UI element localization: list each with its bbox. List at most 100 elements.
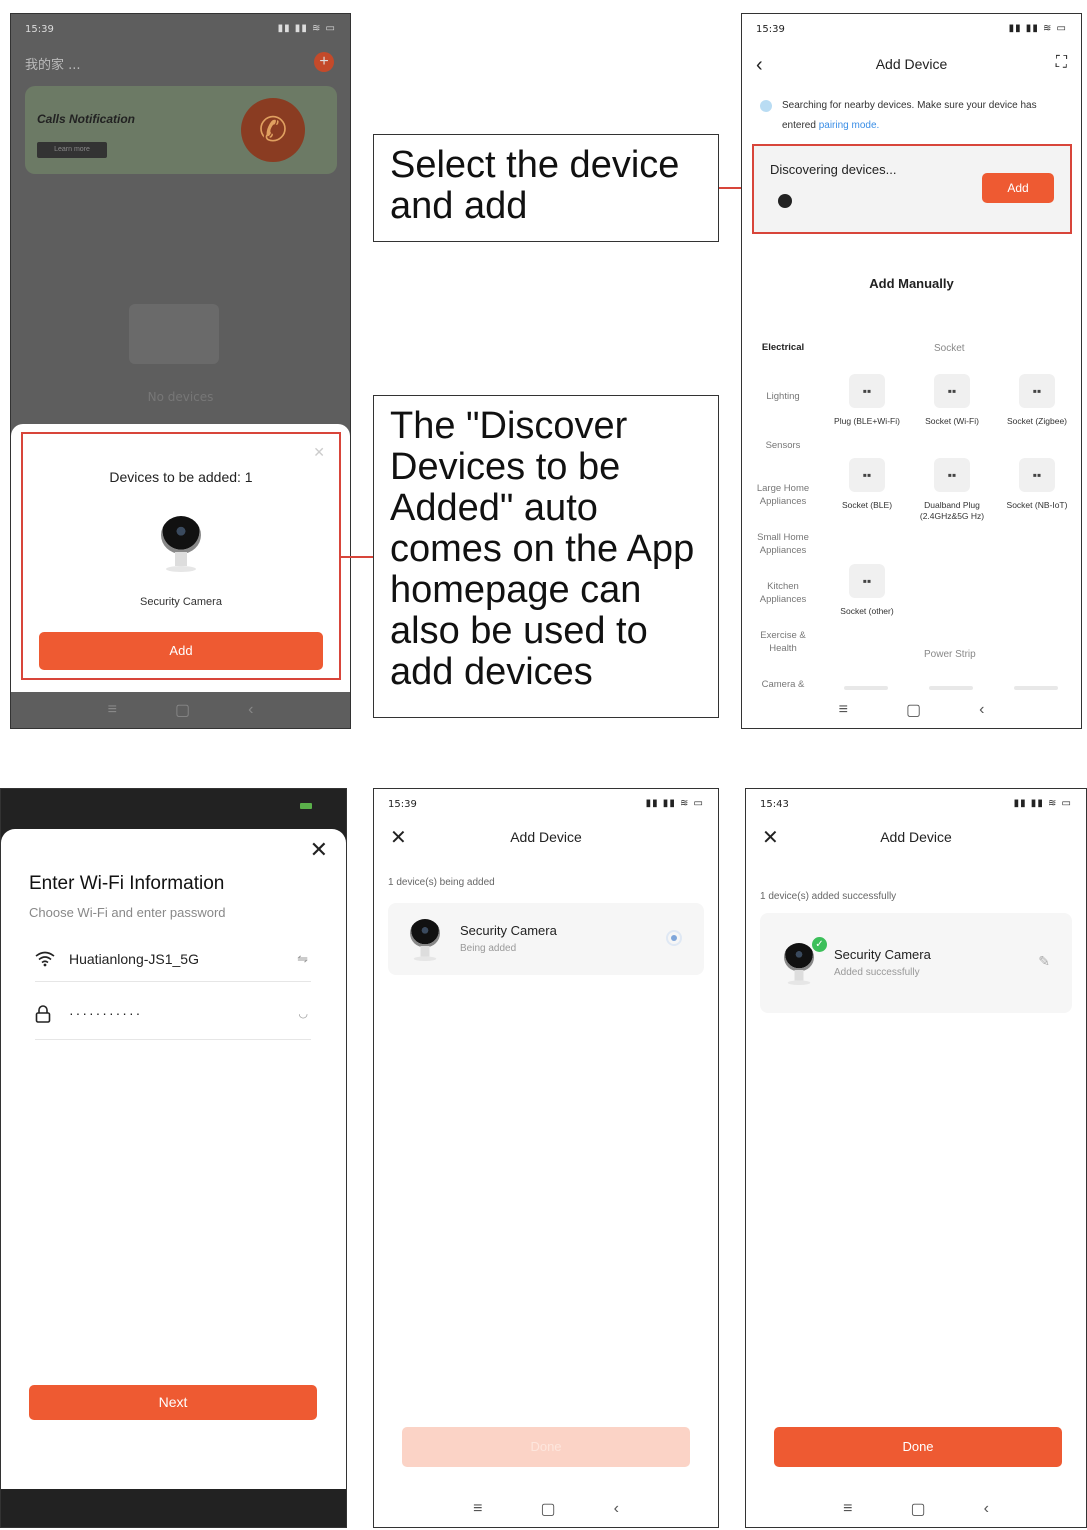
category-sensors[interactable]: Sensors (746, 439, 820, 452)
phone-home-screen: 15:39 ▮▮ ▮▮ ≋ ▭ 我的家 ... + Calls Notifica… (10, 13, 351, 729)
socket-icon[interactable]: ▪▪ (1019, 458, 1055, 492)
divider (35, 981, 311, 982)
discovering-devices-box: Discovering devices... Add (752, 144, 1072, 234)
next-button[interactable]: Next (29, 1385, 317, 1420)
security-camera-icon (161, 516, 201, 576)
status-icons: ▮▮ ▮▮ ≋ ▭ (645, 798, 704, 809)
device-card: ✓ Security Camera Added successfully ✎ (760, 913, 1072, 1013)
page-title: Add Device (510, 829, 582, 845)
phone-wifi-info: ✕ Enter Wi-Fi Information Choose Wi-Fi a… (0, 788, 347, 1528)
socket-icon[interactable]: ▪▪ (849, 564, 885, 598)
done-button[interactable]: Done (774, 1427, 1062, 1467)
plug-icon[interactable]: ▪▪ (934, 458, 970, 492)
page-title: Add Device (875, 56, 948, 72)
password-field[interactable]: ··········· (69, 1005, 142, 1021)
wifi-subtitle: Choose Wi-Fi and enter password (29, 905, 226, 920)
system-navbar: ≡ ▢ ‹ (746, 1491, 1086, 1527)
lock-icon (35, 1005, 51, 1028)
calls-notification-banner[interactable]: Calls Notification Learn more ✆ (25, 86, 337, 174)
tile-label: Plug (BLE+Wi-Fi) (834, 416, 900, 426)
device-name: Security Camera (460, 923, 557, 938)
menu-icon[interactable]: ≡ (843, 1500, 852, 1518)
phone-call-icon: ✆ (241, 98, 305, 162)
system-navbar: ≡ ▢ ‹ (742, 692, 1081, 728)
menu-icon[interactable]: ≡ (473, 1500, 482, 1518)
category-kitchen-appliances[interactable]: Kitchen Appliances (746, 580, 820, 606)
banner-learn-more-button[interactable]: Learn more (37, 142, 107, 158)
status-time: 15:39 (388, 799, 417, 810)
tile-placeholder (1014, 686, 1058, 690)
loading-spinner-icon (666, 930, 682, 946)
wifi-name-field[interactable]: Huatianlong-JS1_5G (69, 951, 199, 967)
search-hint: Searching for nearby devices. Make sure … (782, 96, 1067, 136)
status-icons: ▮▮ ▮▮ ≋ ▭ (277, 23, 336, 34)
check-icon: ✓ (812, 937, 827, 952)
home-title[interactable]: 我的家 ... (25, 54, 81, 73)
device-status: Being added (460, 943, 517, 954)
category-camera[interactable]: Camera & (746, 678, 820, 691)
count-text: 1 device(s) added successfully (760, 891, 897, 902)
status-time: 15:39 (756, 24, 785, 35)
home-icon[interactable]: ▢ (906, 700, 921, 720)
status-time: 15:43 (760, 799, 789, 810)
socket-icon[interactable]: ▪▪ (849, 458, 885, 492)
back-icon[interactable]: ‹ (614, 1500, 619, 1518)
security-camera-icon (410, 919, 440, 964)
plug-icon[interactable]: ▪▪ (849, 374, 885, 408)
connector-line (341, 556, 373, 558)
tile-label: Socket (NB-IoT) (1006, 500, 1068, 510)
category-lighting[interactable]: Lighting (746, 390, 820, 403)
scan-icon[interactable]: ⛶ (1056, 54, 1067, 72)
tile-placeholder (844, 686, 888, 690)
phone-device-added: 15:43 ▮▮ ▮▮ ≋ ▭ ✕ Add Device 1 device(s)… (745, 788, 1087, 1528)
category-small-home-appliances[interactable]: Small Home Appliances (746, 531, 820, 557)
menu-icon[interactable]: ≡ (839, 701, 848, 719)
back-icon[interactable]: ‹ (984, 1500, 989, 1518)
done-button-disabled: Done (402, 1427, 690, 1467)
tile-label: Socket (BLE) (841, 500, 893, 510)
count-text: 1 device(s) being added (388, 877, 495, 888)
socket-icon[interactable]: ▪▪ (1019, 374, 1055, 408)
home-icon[interactable]: ▢ (540, 1499, 555, 1519)
callout-discover: The "Discover Devices to be Added" auto … (373, 395, 719, 718)
battery-icon (300, 803, 312, 809)
add-button[interactable]: Add (982, 173, 1054, 203)
category-large-home-appliances[interactable]: Large Home Appliances (746, 482, 820, 508)
category-exercise-health[interactable]: Exercise & Health (746, 629, 820, 655)
phone-add-device-search: 15:39 ▮▮ ▮▮ ≋ ▭ ‹ Add Device ⛶ Searching… (741, 13, 1082, 729)
system-navbar: ≡ ▢ ‹ (374, 1491, 718, 1527)
wifi-icon (35, 951, 55, 972)
camera-dot-icon (778, 194, 792, 208)
pairing-mode-link[interactable]: pairing mode. (819, 120, 880, 131)
section-socket: Socket (934, 343, 965, 354)
tile-placeholder (929, 686, 973, 690)
switch-network-icon[interactable]: ⇋ (297, 951, 308, 967)
status-icons: ▮▮ ▮▮ ≋ ▭ (1008, 23, 1067, 34)
back-icon[interactable]: ‹ (979, 701, 984, 719)
back-icon[interactable]: ‹ (248, 701, 253, 719)
device-name: Security Camera (140, 596, 222, 608)
socket-icon[interactable]: ▪▪ (934, 374, 970, 408)
add-manually-title: Add Manually (869, 276, 954, 291)
menu-icon[interactable]: ≡ (108, 701, 117, 719)
home-icon[interactable]: ▢ (910, 1499, 925, 1519)
show-password-icon[interactable]: ◡ (298, 1007, 308, 1020)
add-icon[interactable]: + (314, 52, 334, 72)
category-electrical[interactable]: Electrical (746, 341, 820, 354)
device-name: Security Camera (834, 947, 931, 962)
tile-label: Socket (Wi-Fi) (925, 416, 979, 426)
section-power-strip: Power Strip (924, 649, 976, 660)
security-camera-icon (784, 943, 814, 988)
divider (35, 1039, 311, 1040)
close-icon[interactable]: ✕ (313, 444, 325, 461)
wifi-title: Enter Wi-Fi Information (29, 873, 225, 894)
status-icons: ▮▮ ▮▮ ≋ ▭ (1013, 798, 1072, 809)
close-icon[interactable]: ✕ (310, 837, 328, 863)
device-card: Security Camera Being added (388, 903, 704, 975)
searching-icon (760, 100, 772, 112)
home-icon[interactable]: ▢ (175, 700, 190, 720)
highlight-box: ✕ Devices to be added: 1 Security Camera… (21, 432, 341, 680)
edit-icon[interactable]: ✎ (1038, 953, 1050, 970)
add-button[interactable]: Add (39, 632, 323, 670)
empty-box-illustration (129, 304, 219, 364)
